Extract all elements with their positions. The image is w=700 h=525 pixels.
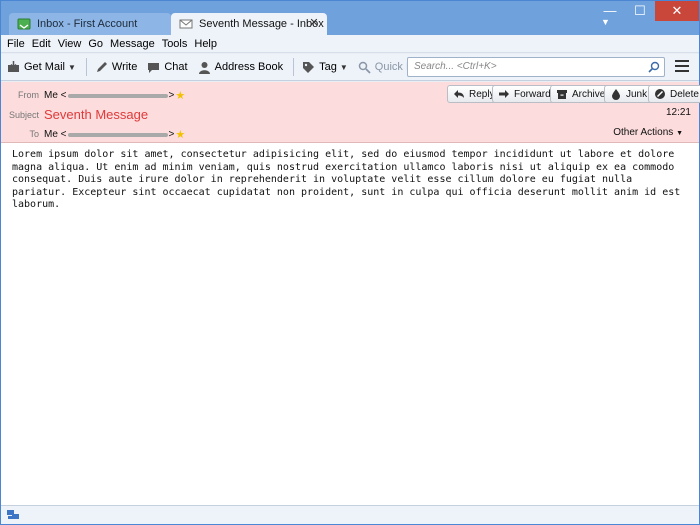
archive-label: Archive (572, 88, 606, 100)
from-address-redacted (67, 93, 168, 98)
to-name: Me < (44, 129, 67, 140)
junk-label: Junk (626, 88, 648, 100)
app-menu-icon[interactable] (675, 60, 689, 72)
menu-message[interactable]: Message (110, 38, 155, 50)
envelope-icon (179, 19, 193, 29)
delete-button[interactable]: Delete (648, 85, 700, 103)
toolbar-divider (85, 58, 87, 76)
message-text: Lorem ipsum dolor sit amet, consectetur … (12, 149, 681, 210)
delete-icon (655, 89, 665, 99)
close-tab-icon[interactable]: ✕ (307, 16, 321, 30)
message-time: 12:21 (665, 107, 691, 118)
from-name: Me < (44, 90, 67, 101)
menu-view[interactable]: View (58, 38, 82, 50)
tag-button[interactable]: Tag ▼ (302, 57, 348, 77)
junk-icon (612, 89, 620, 100)
maximize-button[interactable]: ☐ (625, 1, 655, 21)
tab-seventh-message[interactable]: Seventh Message - Inbox ... ✕ (171, 13, 327, 35)
get-mail-button[interactable]: Get Mail ▼ (7, 57, 76, 77)
archive-button[interactable]: Archive (550, 85, 612, 103)
tag-icon (303, 61, 315, 73)
main-toolbar: Get Mail ▼ Write Chat Address Book Tag ▼… (1, 54, 699, 81)
menu-tools[interactable]: Tools (162, 38, 188, 50)
forward-button[interactable]: Forward (492, 85, 557, 103)
delete-label: Delete (670, 88, 699, 100)
write-label: Write (111, 61, 138, 73)
status-bar (1, 505, 699, 524)
mail-window: Inbox - First Account Seventh Message - … (0, 0, 700, 525)
tab-inbox[interactable]: Inbox - First Account (9, 13, 171, 35)
other-actions-button[interactable]: Other Actions ▼ (613, 127, 683, 138)
menu-help[interactable]: Help (194, 38, 217, 50)
tag-label: Tag (319, 61, 337, 73)
network-status-icon[interactable] (6, 509, 20, 521)
subject-label: Subject (8, 110, 39, 120)
subject-value: Seventh Message (44, 107, 149, 122)
title-bar: Inbox - First Account Seventh Message - … (1, 1, 699, 35)
message-body[interactable]: Lorem ipsum dolor sit amet, consectetur … (1, 143, 699, 505)
toolbar-divider (293, 58, 295, 76)
junk-button[interactable]: Junk (604, 85, 654, 103)
from-star-icon[interactable]: ★ (175, 89, 185, 102)
reply-label: Reply (469, 88, 495, 100)
forward-icon (499, 90, 509, 98)
search-placeholder: Search... <Ctrl+K> (414, 61, 497, 72)
minimize-button[interactable]: — (595, 1, 625, 21)
archive-icon (557, 90, 567, 99)
tag-dropdown-icon: ▼ (339, 62, 348, 72)
search-icon[interactable] (648, 61, 660, 73)
chat-label: Chat (164, 61, 188, 73)
from-value[interactable]: Me < > ★ (44, 89, 185, 102)
to-value[interactable]: Me < > ★ (44, 128, 185, 141)
get-mail-dropdown-icon[interactable]: ▼ (68, 63, 76, 72)
address-book-label: Address Book (214, 61, 284, 73)
forward-label: Forward (514, 88, 551, 100)
chat-icon (148, 62, 160, 73)
other-actions-dropdown-icon: ▼ (676, 130, 683, 137)
contacts-icon (198, 61, 210, 74)
get-mail-icon (8, 60, 19, 72)
get-mail-label: Get Mail (24, 61, 65, 73)
reply-icon (454, 90, 464, 98)
inbox-icon (17, 18, 31, 30)
pencil-icon (96, 61, 107, 72)
from-end: > (168, 90, 175, 101)
address-book-button[interactable]: Address Book (198, 57, 283, 77)
from-label: From (18, 90, 39, 100)
to-end: > (168, 129, 175, 140)
menu-go[interactable]: Go (88, 38, 103, 50)
menu-file[interactable]: File (7, 38, 25, 50)
to-star-icon[interactable]: ★ (175, 128, 185, 141)
to-label: To (29, 129, 39, 139)
other-actions-label: Other Actions (613, 127, 674, 138)
write-button[interactable]: Write (95, 57, 137, 77)
menu-edit[interactable]: Edit (32, 38, 51, 50)
filter-icon (358, 61, 371, 74)
close-window-button[interactable]: ✕ (655, 1, 699, 21)
tab-inbox-label: Inbox - First Account (37, 18, 138, 30)
to-address-redacted (67, 132, 168, 137)
menu-bar: File Edit View Go Message Tools Help (1, 35, 699, 53)
chat-button[interactable]: Chat (147, 57, 188, 77)
search-input[interactable]: Search... <Ctrl+K> (407, 57, 665, 77)
